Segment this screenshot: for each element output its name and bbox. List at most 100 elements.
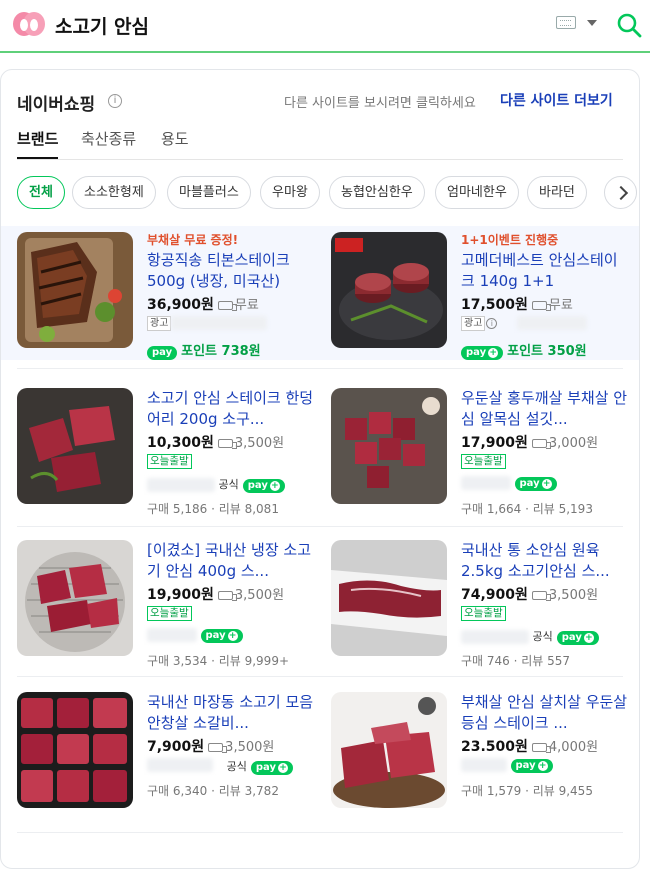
product-card[interactable]: 부채살 안심 살치살 우둔살 등심 스테이크 ... 23.500원 4,000원… — [331, 692, 639, 837]
divider — [17, 526, 623, 527]
npay-badge: pay + — [200, 629, 243, 643]
point-text: 포인트 738원 — [181, 344, 261, 359]
npay-label: pay — [519, 478, 540, 489]
npay-badge: pay + — [514, 477, 557, 491]
review-count[interactable]: 리뷰 9,455 — [533, 784, 593, 798]
filter-chips: 전체 소소한형제 마블플러스 우마왕 농협안심한우 엄마네한우 바라던 — [17, 176, 637, 210]
blurred-seller — [171, 316, 268, 330]
info-icon[interactable]: i — [108, 94, 122, 108]
chip-brand[interactable]: 바라던 — [527, 176, 587, 209]
blurred-seller — [517, 316, 588, 330]
chip-brand[interactable]: 엄마네한우 — [435, 176, 519, 209]
product-card[interactable]: 부채살 무료 증정! 항공직송 티본스테이크 500g (냉장, 미국산) 36… — [17, 232, 327, 377]
blurred-seller — [461, 476, 511, 490]
product-title[interactable]: 국내산 마장동 소고기 모음 안창살 소갈비... — [147, 692, 315, 734]
chip-all[interactable]: 전체 — [17, 176, 65, 209]
npay-badge: pay + — [510, 759, 553, 773]
chevron-right-icon[interactable] — [604, 176, 637, 209]
panel-hint: 다른 사이트를 보시려면 클릭하세요 — [284, 96, 476, 111]
divider — [17, 832, 623, 833]
tab-usage[interactable]: 용도 — [161, 128, 189, 157]
product-price: 7,900원 — [147, 739, 205, 755]
shipping-fee: 무료 — [548, 298, 573, 313]
blurred-seller — [461, 758, 507, 772]
review-count[interactable]: 리뷰 3,782 — [219, 784, 279, 798]
product-price: 17,900원 — [461, 435, 528, 451]
chip-brand[interactable]: 소소한형제 — [72, 176, 156, 209]
product-card[interactable]: [이겼소] 국내산 냉장 소고기 안심 400g 스... 19,900원 3,5… — [17, 540, 327, 685]
npay-badge: pay + — [461, 346, 504, 360]
npay-badge: pay + — [556, 631, 599, 645]
today-shipping-badge: 오늘출발 — [147, 454, 192, 469]
npay-label: pay — [255, 762, 276, 773]
shipping-fee: 3,500원 — [234, 588, 285, 603]
review-count[interactable]: 리뷰 5,193 — [533, 502, 593, 516]
today-shipping-badge: 오늘출발 — [461, 454, 506, 469]
shopping-panel: 네이버쇼핑 i 다른 사이트를 보시려면 클릭하세요 다른 사이트 더보기 브랜… — [0, 69, 640, 869]
npay-label: pay — [247, 480, 268, 491]
product-image[interactable] — [17, 540, 133, 656]
keyboard-icon[interactable] — [556, 16, 576, 29]
purchase-count: 구매 6,340 — [147, 784, 208, 798]
product-card[interactable]: 1+1이벤트 진행중 고메더베스트 안심스테이크 140g 1+1 17,500… — [331, 232, 639, 377]
truck-icon — [208, 743, 228, 753]
review-count[interactable]: 리뷰 8,081 — [219, 502, 279, 516]
npay-label: pay — [205, 630, 226, 641]
search-icon[interactable] — [616, 12, 642, 38]
chip-brand[interactable]: 마블플러스 — [167, 176, 251, 209]
product-title[interactable]: 항공직송 티본스테이크 500g (냉장, 미국산) — [147, 250, 315, 292]
product-title[interactable]: 부채살 안심 살치살 우둔살 등심 스테이크 ... — [461, 692, 629, 734]
purchase-count: 구매 5,186 — [147, 502, 208, 516]
official-badge: 공식 — [226, 760, 247, 773]
product-title[interactable]: 고메더베스트 안심스테이크 140g 1+1 — [461, 250, 629, 292]
product-title[interactable]: 소고기 안심 스테이크 한덩어리 200g 소구... — [147, 388, 315, 430]
chip-brand[interactable]: 농협안심한우 — [329, 176, 425, 209]
promo-text: 부채살 무료 증정! — [147, 233, 239, 247]
tab-brand[interactable]: 브랜드 — [17, 128, 59, 159]
chevron-down-icon[interactable] — [587, 20, 597, 26]
review-count[interactable]: 리뷰 557 — [521, 654, 570, 668]
more-sites-link[interactable]: 다른 사이트 더보기 — [500, 90, 613, 110]
npay-label: pay — [561, 632, 582, 643]
naver-logo-icon[interactable] — [12, 10, 46, 38]
product-image[interactable] — [331, 540, 447, 656]
product-card[interactable]: 우둔살 홍두깨살 부채살 안심 알목심 설깃... 17,900원 3,000원 … — [331, 388, 639, 533]
chip-brand[interactable]: 우마왕 — [260, 176, 320, 209]
product-card[interactable]: 소고기 안심 스테이크 한덩어리 200g 소구... 10,300원 3,500… — [17, 388, 327, 533]
review-count[interactable]: 리뷰 9,999+ — [219, 654, 289, 668]
blurred-seller — [147, 628, 197, 642]
npay-badge: pay + — [242, 479, 285, 493]
official-badge: 공식 — [218, 478, 239, 491]
ad-badge[interactable]: 광고 — [147, 316, 172, 331]
product-price: 74,900원 — [461, 587, 528, 603]
product-card[interactable]: 국내산 마장동 소고기 모음 안창살 소갈비... 7,900원 3,500원 공… — [17, 692, 327, 837]
info-icon[interactable]: i — [486, 318, 498, 329]
truck-icon — [217, 301, 237, 311]
product-title[interactable]: 국내산 통 소안심 원육 2.5kg 소고기안심 스... — [461, 540, 629, 582]
promo-text: 1+1이벤트 진행중 — [461, 233, 559, 247]
ad-badge[interactable]: 광고 — [461, 316, 486, 331]
product-image[interactable] — [17, 232, 133, 348]
shipping-fee: 3,000원 — [548, 436, 599, 451]
product-card[interactable]: 국내산 통 소안심 원육 2.5kg 소고기안심 스... 74,900원 3,5… — [331, 540, 639, 685]
divider — [17, 368, 623, 369]
shipping-fee: 무료 — [234, 298, 259, 313]
product-title[interactable]: 우둔살 홍두깨살 부채살 안심 알목심 설깃... — [461, 388, 629, 430]
npay-label: pay — [466, 347, 487, 358]
search-query[interactable]: 소고기 안심 — [55, 12, 149, 39]
product-image[interactable] — [17, 692, 133, 808]
shipping-fee: 3,500원 — [234, 436, 285, 451]
shipping-fee: 4,000원 — [548, 740, 599, 755]
tab-livestock-type[interactable]: 축산종류 — [81, 128, 136, 157]
product-title[interactable]: [이겼소] 국내산 냉장 소고기 안심 400g 스... — [147, 540, 315, 582]
product-image[interactable] — [17, 388, 133, 504]
today-shipping-badge: 오늘출발 — [461, 606, 506, 621]
product-image[interactable] — [331, 388, 447, 504]
product-image[interactable] — [331, 232, 447, 348]
product-image[interactable] — [331, 692, 447, 808]
truck-icon — [217, 439, 237, 449]
product-price: 10,300원 — [147, 435, 214, 451]
divider — [17, 676, 623, 677]
purchase-count: 구매 1,664 — [461, 502, 522, 516]
today-shipping-badge: 오늘출발 — [147, 606, 192, 621]
